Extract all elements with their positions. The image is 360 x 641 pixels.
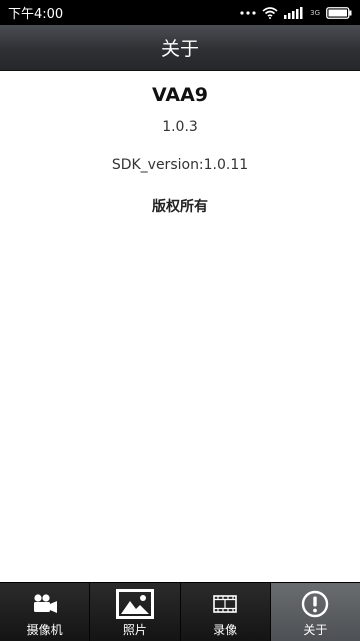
tab-about-label: 关于 <box>303 623 328 637</box>
battery-icon <box>326 6 352 19</box>
tab-camera-label: 摄像机 <box>26 623 63 637</box>
tab-photos-label: 照片 <box>122 623 147 637</box>
signal-icon <box>284 6 304 19</box>
status-time: 下午4:00 <box>8 7 64 22</box>
status-bar: 下午4:00 3G <box>0 0 360 25</box>
more-dots-icon <box>240 10 256 16</box>
tab-recordings-label: 录像 <box>213 623 238 637</box>
copyright-text: 版权所有 <box>152 199 208 215</box>
tab-camera[interactable]: 摄像机 <box>0 583 91 641</box>
photo-icon <box>115 587 154 621</box>
tab-recordings[interactable]: 录像 <box>181 583 271 641</box>
header: 关于 <box>0 25 360 71</box>
bottom-tab-bar: 摄像机 照片 录像 关于 <box>0 582 360 641</box>
film-icon <box>213 587 237 621</box>
network-type-label: 3G <box>310 8 320 17</box>
app-version: 1.0.3 <box>162 119 198 135</box>
tab-about[interactable]: 关于 <box>270 583 360 641</box>
sdk-version: SDK_version:1.0.11 <box>111 157 249 173</box>
video-camera-icon <box>32 587 58 621</box>
info-icon <box>301 587 329 621</box>
status-icons: 3G <box>240 6 352 19</box>
wifi-icon <box>262 6 278 19</box>
page-title: 关于 <box>160 38 199 60</box>
tab-photos[interactable]: 照片 <box>90 583 181 641</box>
app-name: VAA9 <box>151 84 209 106</box>
